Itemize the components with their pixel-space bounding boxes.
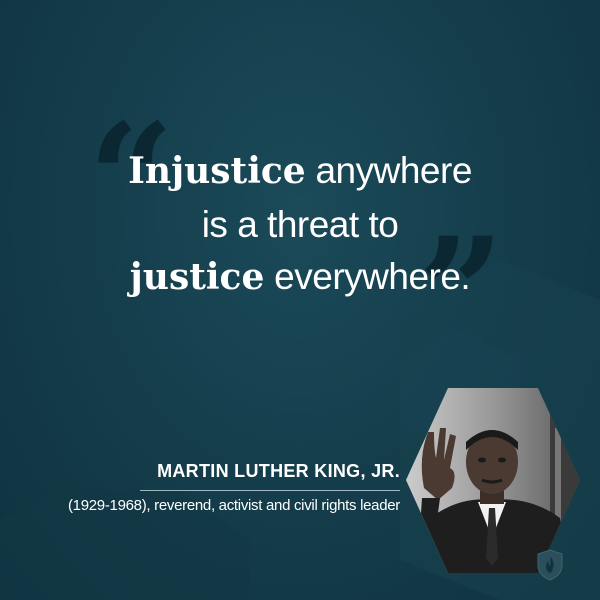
author-divider xyxy=(140,490,400,491)
quote-text-anywhere: anywhere xyxy=(305,150,472,191)
quote-line-3: justice everywhere. xyxy=(0,258,600,295)
quote-card: “ ” Injustice anywhere is a threat to ju… xyxy=(0,0,600,600)
quote-line-2: is a threat to xyxy=(201,204,399,245)
portrait-image xyxy=(406,388,580,573)
quote-emphasis-injustice: Injustice xyxy=(128,150,306,192)
quote-text-everywhere: everywhere. xyxy=(264,256,471,297)
quote-emphasis-justice: justice xyxy=(129,256,265,298)
shield-flame-icon xyxy=(537,549,563,581)
author-name: MARTIN LUTHER KING, JR. xyxy=(157,461,400,481)
author-description: (1929-1968), reverend, activist and civi… xyxy=(67,497,400,514)
quote-line-1: Injustice anywhere xyxy=(0,152,600,189)
